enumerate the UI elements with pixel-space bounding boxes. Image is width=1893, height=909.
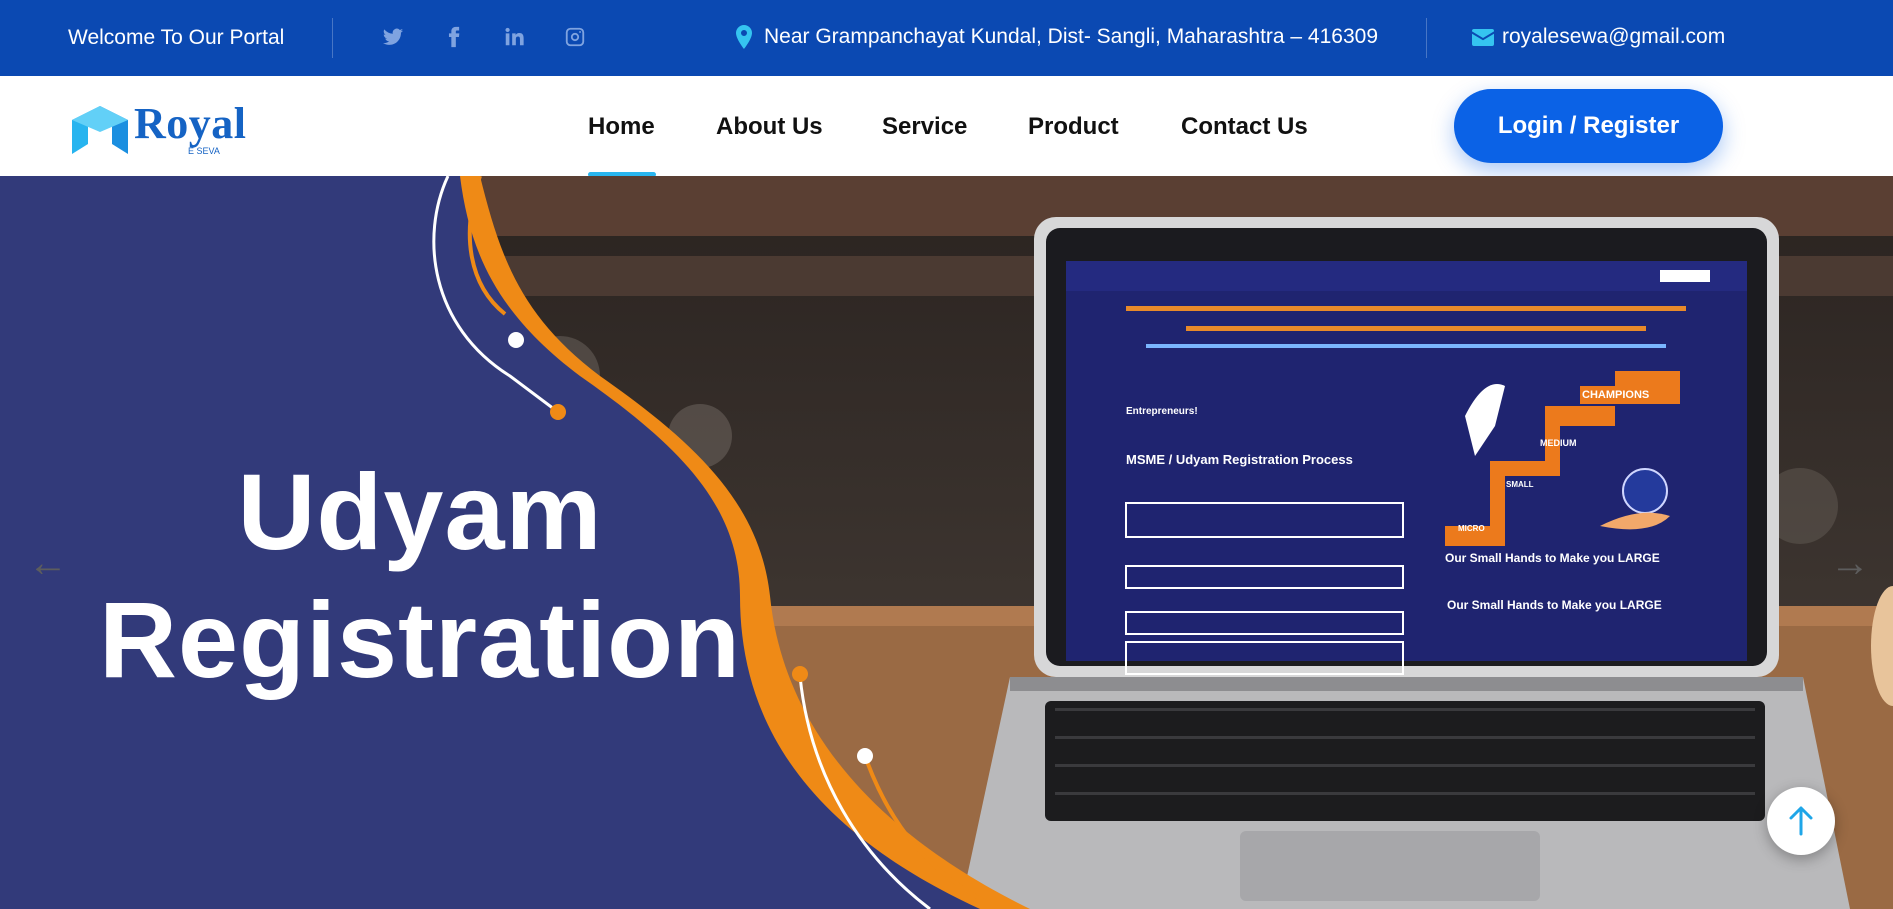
top-info-bar: Welcome To Our Portal Near Grampanchayat…	[0, 0, 1893, 76]
divider	[332, 18, 333, 58]
screen-tagline-2: Our Small Hands to Make you LARGE	[1447, 598, 1662, 612]
address-text: Near Grampanchayat Kundal, Dist- Sangli,…	[764, 25, 1379, 48]
nav-contact-us[interactable]: Contact Us	[1181, 113, 1308, 141]
screen-entrepreneurs: Entrepreneurs!	[1126, 406, 1198, 417]
address: Near Grampanchayat Kundal, Dist- Sangli,…	[734, 25, 1378, 49]
hero-slider: MSME / Udyam Registration Process Entrep…	[0, 176, 1893, 909]
screen-step-medium: MEDIUM	[1540, 438, 1577, 448]
screen-process-title: MSME / Udyam Registration Process	[1126, 452, 1353, 467]
logo-mark-icon	[72, 106, 128, 154]
hero-title-line1: Udyam	[237, 451, 603, 572]
next-slide-arrow-icon[interactable]: →	[1830, 541, 1870, 586]
instagram-icon[interactable]	[560, 22, 590, 52]
facebook-icon[interactable]	[439, 22, 469, 52]
login-register-button[interactable]: Login / Register	[1454, 89, 1723, 163]
screen-step-champions: CHAMPIONS	[1582, 389, 1650, 401]
screen-step-micro: MICRO	[1458, 524, 1485, 533]
linkedin-icon[interactable]	[499, 22, 529, 52]
screen-tagline: Our Small Hands to Make you LARGE	[1445, 551, 1660, 565]
site-logo[interactable]: Royal E SEVA	[70, 98, 280, 160]
welcome-text: Welcome To Our Portal	[68, 26, 285, 49]
nav-service[interactable]: Service	[882, 113, 967, 141]
main-navbar: Royal E SEVA Home About Us Service Produ…	[0, 76, 1893, 177]
logo-name: Royal	[134, 99, 247, 148]
scroll-to-top-button[interactable]	[1767, 787, 1835, 855]
email-text: royalesewa@gmail.com	[1502, 25, 1726, 48]
location-pin-icon	[736, 25, 752, 49]
envelope-icon	[1472, 28, 1494, 46]
hero-title-line2: Registration	[98, 579, 742, 700]
divider	[1426, 18, 1427, 58]
logo-tagline: E SEVA	[188, 146, 220, 156]
screen-step-small: SMALL	[1506, 480, 1534, 489]
email[interactable]: royalesewa@gmail.com	[1472, 25, 1725, 49]
nav-product[interactable]: Product	[1028, 113, 1119, 141]
twitter-icon[interactable]	[378, 22, 408, 52]
nav-home[interactable]: Home	[588, 113, 655, 141]
hero-title: Udyam Registration	[40, 448, 800, 704]
prev-slide-arrow-icon[interactable]: ←	[28, 541, 68, 586]
arrow-up-icon	[1789, 806, 1813, 836]
nav-about-us[interactable]: About Us	[716, 113, 823, 141]
